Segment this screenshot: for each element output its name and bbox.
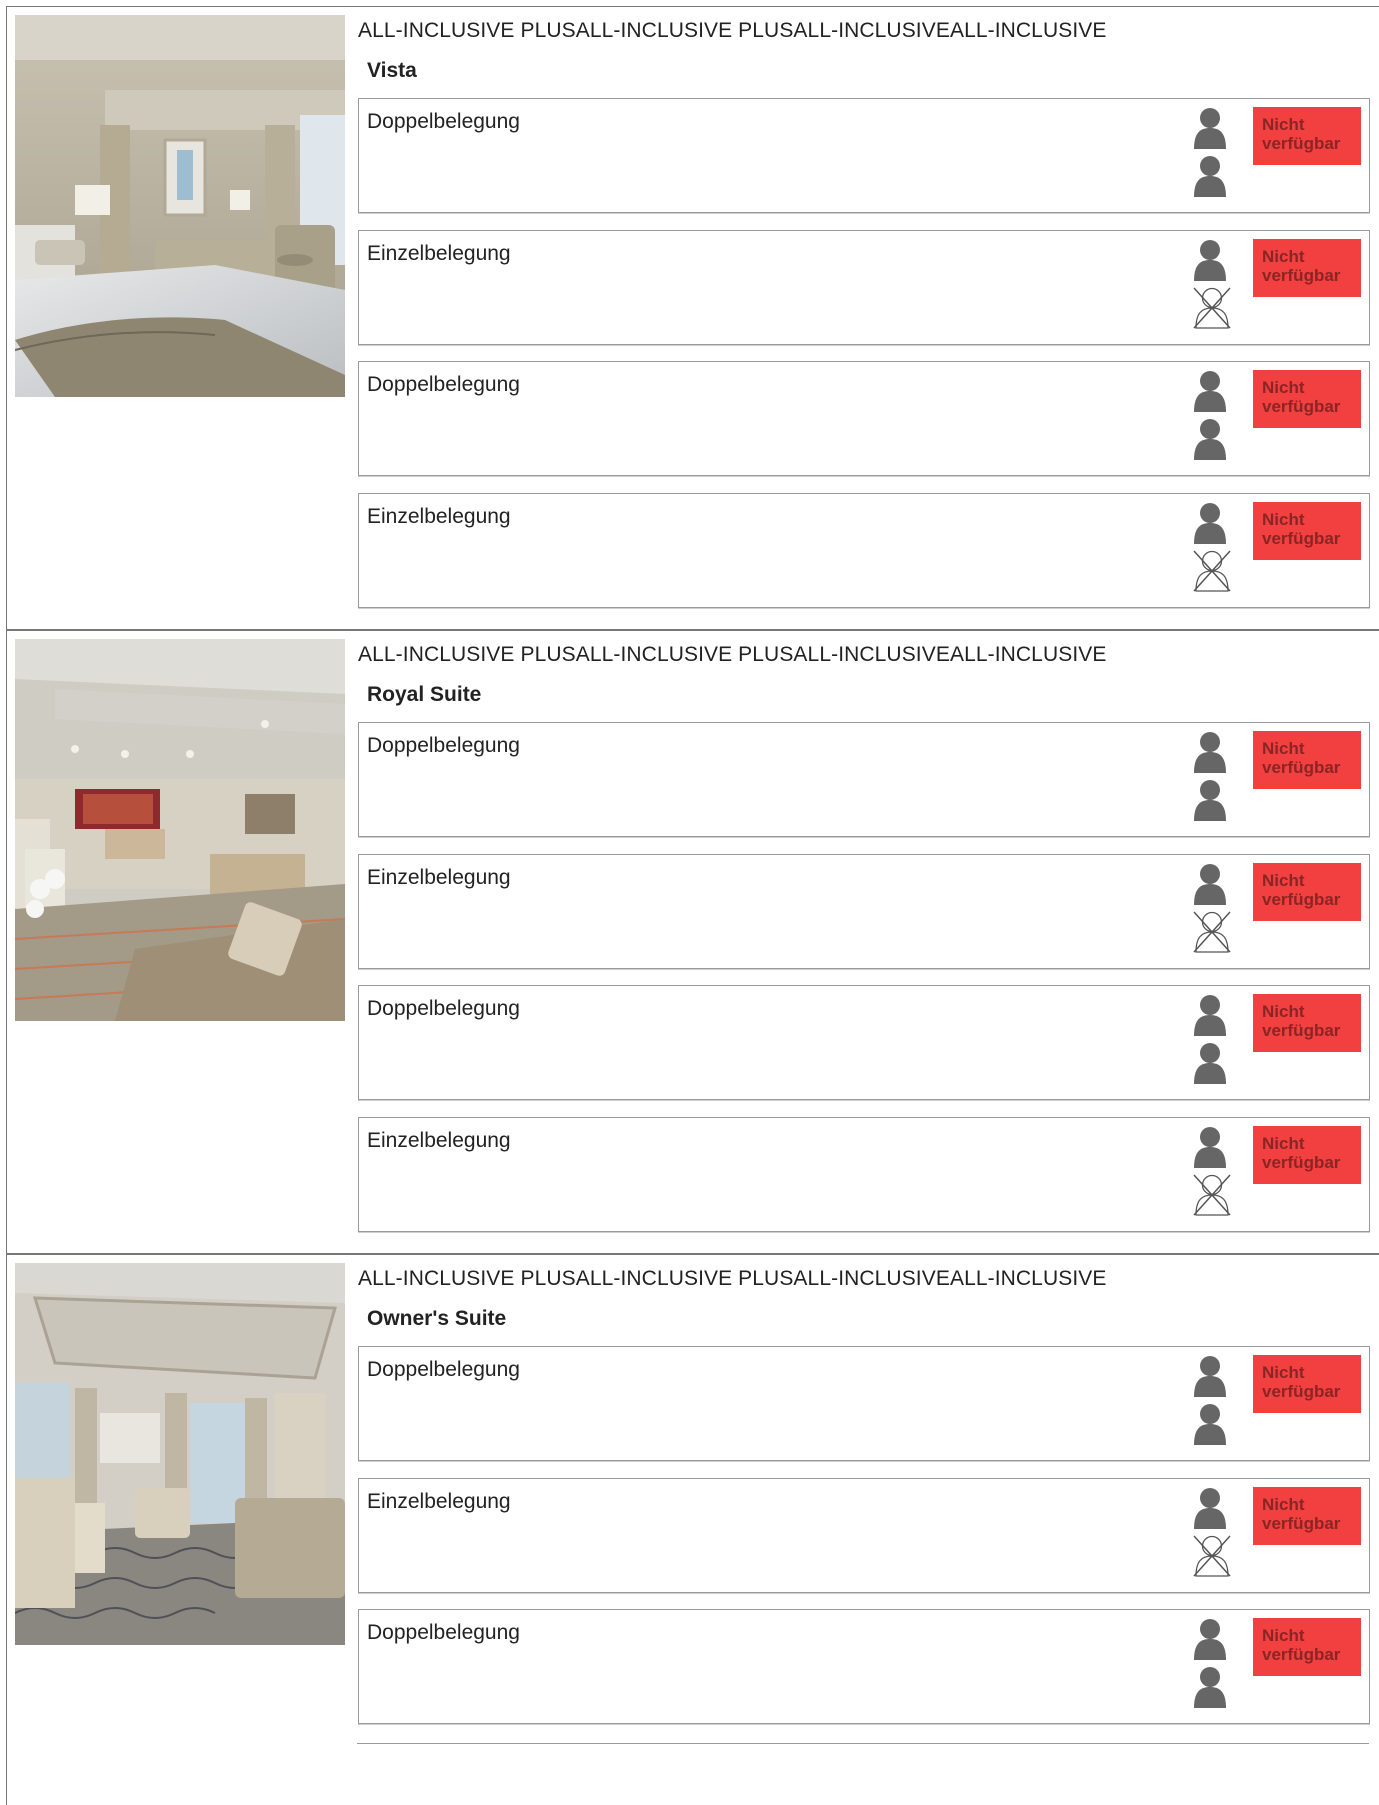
occupancy-row: Doppelbelegung Nicht verfügbar xyxy=(358,98,1370,213)
occupancy-label: Einzelbelegung xyxy=(367,242,511,265)
stateroom-bedroom-photo xyxy=(15,15,345,397)
availability-status-button[interactable]: Nicht verfügbar xyxy=(1253,863,1361,921)
occupancy-label: Doppelbelegung xyxy=(367,1621,520,1644)
person-icon xyxy=(1192,1126,1228,1168)
occupancy-label: Einzelbelegung xyxy=(367,1129,511,1152)
occupancy-row: Doppelbelegung Nicht verfügbar xyxy=(358,722,1370,837)
person-crossed-icon xyxy=(1192,1535,1231,1577)
occupancy-row: Doppelbelegung Nicht verfügbar xyxy=(358,361,1370,476)
person-crossed-icon xyxy=(1192,550,1231,592)
tariff-tags: ALL-INCLUSIVE PLUSALL-INCLUSIVE PLUSALL-… xyxy=(358,643,1107,666)
person-icon xyxy=(1192,1666,1228,1708)
person-icon xyxy=(1192,1487,1228,1529)
suite-section: ALL-INCLUSIVE PLUSALL-INCLUSIVE PLUSALL-… xyxy=(6,1254,1379,1805)
person-icon xyxy=(1192,1403,1228,1445)
availability-status-button[interactable]: Nicht verfügbar xyxy=(1253,1355,1361,1413)
availability-status-button[interactable]: Nicht verfügbar xyxy=(1253,370,1361,428)
occupancy-row: Doppelbelegung Nicht verfügbar xyxy=(358,985,1370,1100)
availability-status-button[interactable]: Nicht verfügbar xyxy=(1253,502,1361,560)
divider xyxy=(357,1743,1369,1744)
suite-lounge-photo xyxy=(15,1263,345,1645)
person-icon xyxy=(1192,1355,1228,1397)
person-icon xyxy=(1192,502,1228,544)
occupancy-row: Einzelbelegung Nicht verfügbar xyxy=(358,854,1370,969)
occupancy-label: Doppelbelegung xyxy=(367,734,520,757)
occupancy-row: Einzelbelegung Nicht verfügbar xyxy=(358,493,1370,608)
tariff-tags: ALL-INCLUSIVE PLUSALL-INCLUSIVE PLUSALL-… xyxy=(358,1267,1107,1290)
person-icon xyxy=(1192,1618,1228,1660)
availability-status-button[interactable]: Nicht verfügbar xyxy=(1253,1126,1361,1184)
availability-status-button[interactable]: Nicht verfügbar xyxy=(1253,239,1361,297)
person-icon xyxy=(1192,779,1228,821)
occupancy-label: Einzelbelegung xyxy=(367,505,511,528)
occupancy-label: Einzelbelegung xyxy=(367,866,511,889)
occupancy-label: Doppelbelegung xyxy=(367,1358,520,1381)
occupancy-row: Doppelbelegung Nicht verfügbar xyxy=(358,1346,1370,1461)
suite-section: ALL-INCLUSIVE PLUSALL-INCLUSIVE PLUSALL-… xyxy=(6,630,1379,1254)
person-icon xyxy=(1192,994,1228,1036)
occupancy-label: Einzelbelegung xyxy=(367,1490,511,1513)
person-icon xyxy=(1192,863,1228,905)
suite-living-room-photo xyxy=(15,639,345,1021)
occupancy-row: Einzelbelegung Nicht verfügbar xyxy=(358,1117,1370,1232)
person-crossed-icon xyxy=(1192,287,1231,329)
person-icon xyxy=(1192,370,1228,412)
occupancy-row: Einzelbelegung Nicht verfügbar xyxy=(358,230,1370,345)
occupancy-label: Doppelbelegung xyxy=(367,373,520,396)
availability-status-button[interactable]: Nicht verfügbar xyxy=(1253,731,1361,789)
occupancy-label: Doppelbelegung xyxy=(367,997,520,1020)
occupancy-label: Doppelbelegung xyxy=(367,110,520,133)
person-icon xyxy=(1192,155,1228,197)
person-icon xyxy=(1192,107,1228,149)
person-icon xyxy=(1192,418,1228,460)
tariff-tags: ALL-INCLUSIVE PLUSALL-INCLUSIVE PLUSALL-… xyxy=(358,19,1107,42)
availability-status-button[interactable]: Nicht verfügbar xyxy=(1253,107,1361,165)
person-icon xyxy=(1192,239,1228,281)
person-crossed-icon xyxy=(1192,911,1231,953)
occupancy-row: Einzelbelegung Nicht verfügbar xyxy=(358,1478,1370,1593)
suite-name: Royal Suite xyxy=(367,683,482,706)
person-crossed-icon xyxy=(1192,1174,1231,1216)
person-icon xyxy=(1192,731,1228,773)
availability-status-button[interactable]: Nicht verfügbar xyxy=(1253,994,1361,1052)
availability-status-button[interactable]: Nicht verfügbar xyxy=(1253,1487,1361,1545)
occupancy-row: Doppelbelegung Nicht verfügbar xyxy=(358,1609,1370,1724)
suite-name: Vista xyxy=(367,59,417,82)
suite-section: ALL-INCLUSIVE PLUSALL-INCLUSIVE PLUSALL-… xyxy=(6,6,1379,630)
person-icon xyxy=(1192,1042,1228,1084)
suite-name: Owner's Suite xyxy=(367,1307,507,1330)
availability-status-button[interactable]: Nicht verfügbar xyxy=(1253,1618,1361,1676)
